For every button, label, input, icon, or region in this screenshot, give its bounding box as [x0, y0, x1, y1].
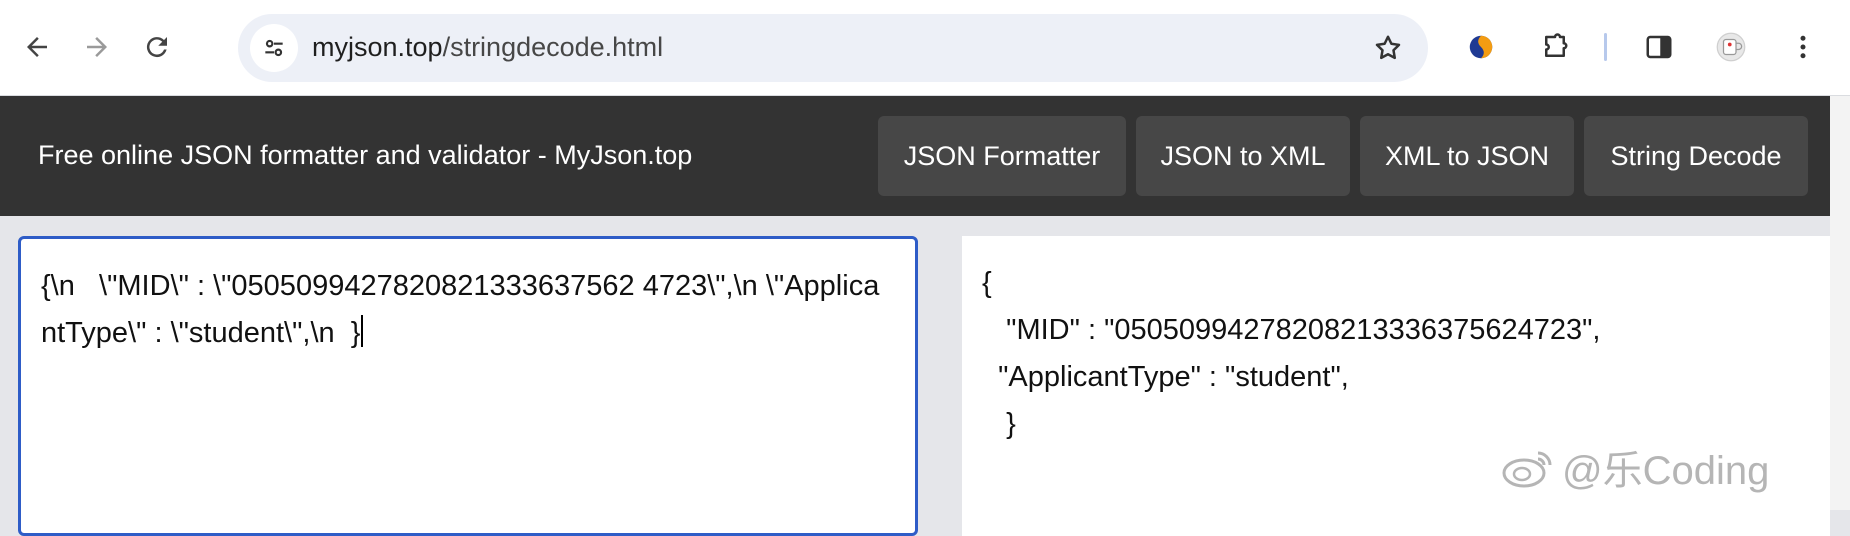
address-bar[interactable]: myjson.top/stringdecode.html: [238, 14, 1428, 82]
nav-string-decode[interactable]: String Decode: [1584, 116, 1808, 196]
input-textarea[interactable]: {\n \"MID\" : \"050509942782082133363756…: [18, 236, 918, 536]
page-scrollbar-track[interactable]: [1830, 96, 1850, 510]
nav-json-to-xml[interactable]: JSON to XML: [1136, 116, 1350, 196]
browser-toolbar: myjson.top/stringdecode.html: [0, 0, 1850, 96]
site-title: Free online JSON formatter and validator…: [38, 140, 693, 170]
weibo-logo-icon: [1502, 451, 1552, 488]
extension-icon: [1469, 35, 1493, 59]
site-settings-icon: [265, 39, 283, 57]
text-caret: [361, 315, 364, 347]
forward-button[interactable]: [72, 22, 122, 72]
forward-arrow-icon: [87, 37, 107, 57]
bookmark-button[interactable]: [1366, 26, 1410, 70]
watermark-text: @乐Coding: [1562, 449, 1770, 493]
url-host: myjson.top: [312, 32, 443, 62]
profile-button[interactable]: [1706, 22, 1756, 72]
reload-icon: [146, 37, 167, 58]
toolbar-divider: [1604, 33, 1607, 61]
site-info-button[interactable]: [250, 24, 298, 72]
back-arrow-icon: [27, 37, 47, 57]
input-value: {\n \"MID\" : \"050509942782082133363756…: [41, 270, 880, 349]
puzzle-extensions-icon: [1545, 33, 1568, 57]
url-path: /stringdecode.html: [442, 32, 664, 62]
input-text: {\n \"MID\" : \"050509942782082133363756…: [41, 263, 891, 357]
side-panel-icon: [1646, 35, 1672, 59]
output-line: {: [982, 267, 992, 299]
output-line: "ApplicantType" : "student",: [982, 361, 1349, 393]
nav-json-formatter[interactable]: JSON Formatter: [878, 116, 1126, 196]
output-line: "MID" : "05050994278208213336375624723",: [982, 314, 1601, 346]
extensions-menu-button[interactable]: [1530, 22, 1580, 72]
extension-button[interactable]: [1456, 22, 1506, 72]
back-button[interactable]: [12, 22, 62, 72]
more-menu-icon: [1800, 35, 1806, 59]
reload-button[interactable]: [132, 22, 182, 72]
profile-avatar-icon: [1716, 32, 1746, 62]
url-text[interactable]: myjson.top/stringdecode.html: [312, 32, 663, 63]
side-panel-button[interactable]: [1634, 22, 1684, 72]
bookmark-star-icon: [1375, 35, 1401, 60]
output-text: { "MID" : "05050994278208213336375624723…: [982, 260, 1600, 448]
watermark: @乐Coding: [1500, 438, 1769, 496]
site-header: Free online JSON formatter and validator…: [0, 96, 1850, 216]
browser-menu-button[interactable]: [1778, 22, 1828, 72]
nav-xml-to-json[interactable]: XML to JSON: [1360, 116, 1574, 196]
